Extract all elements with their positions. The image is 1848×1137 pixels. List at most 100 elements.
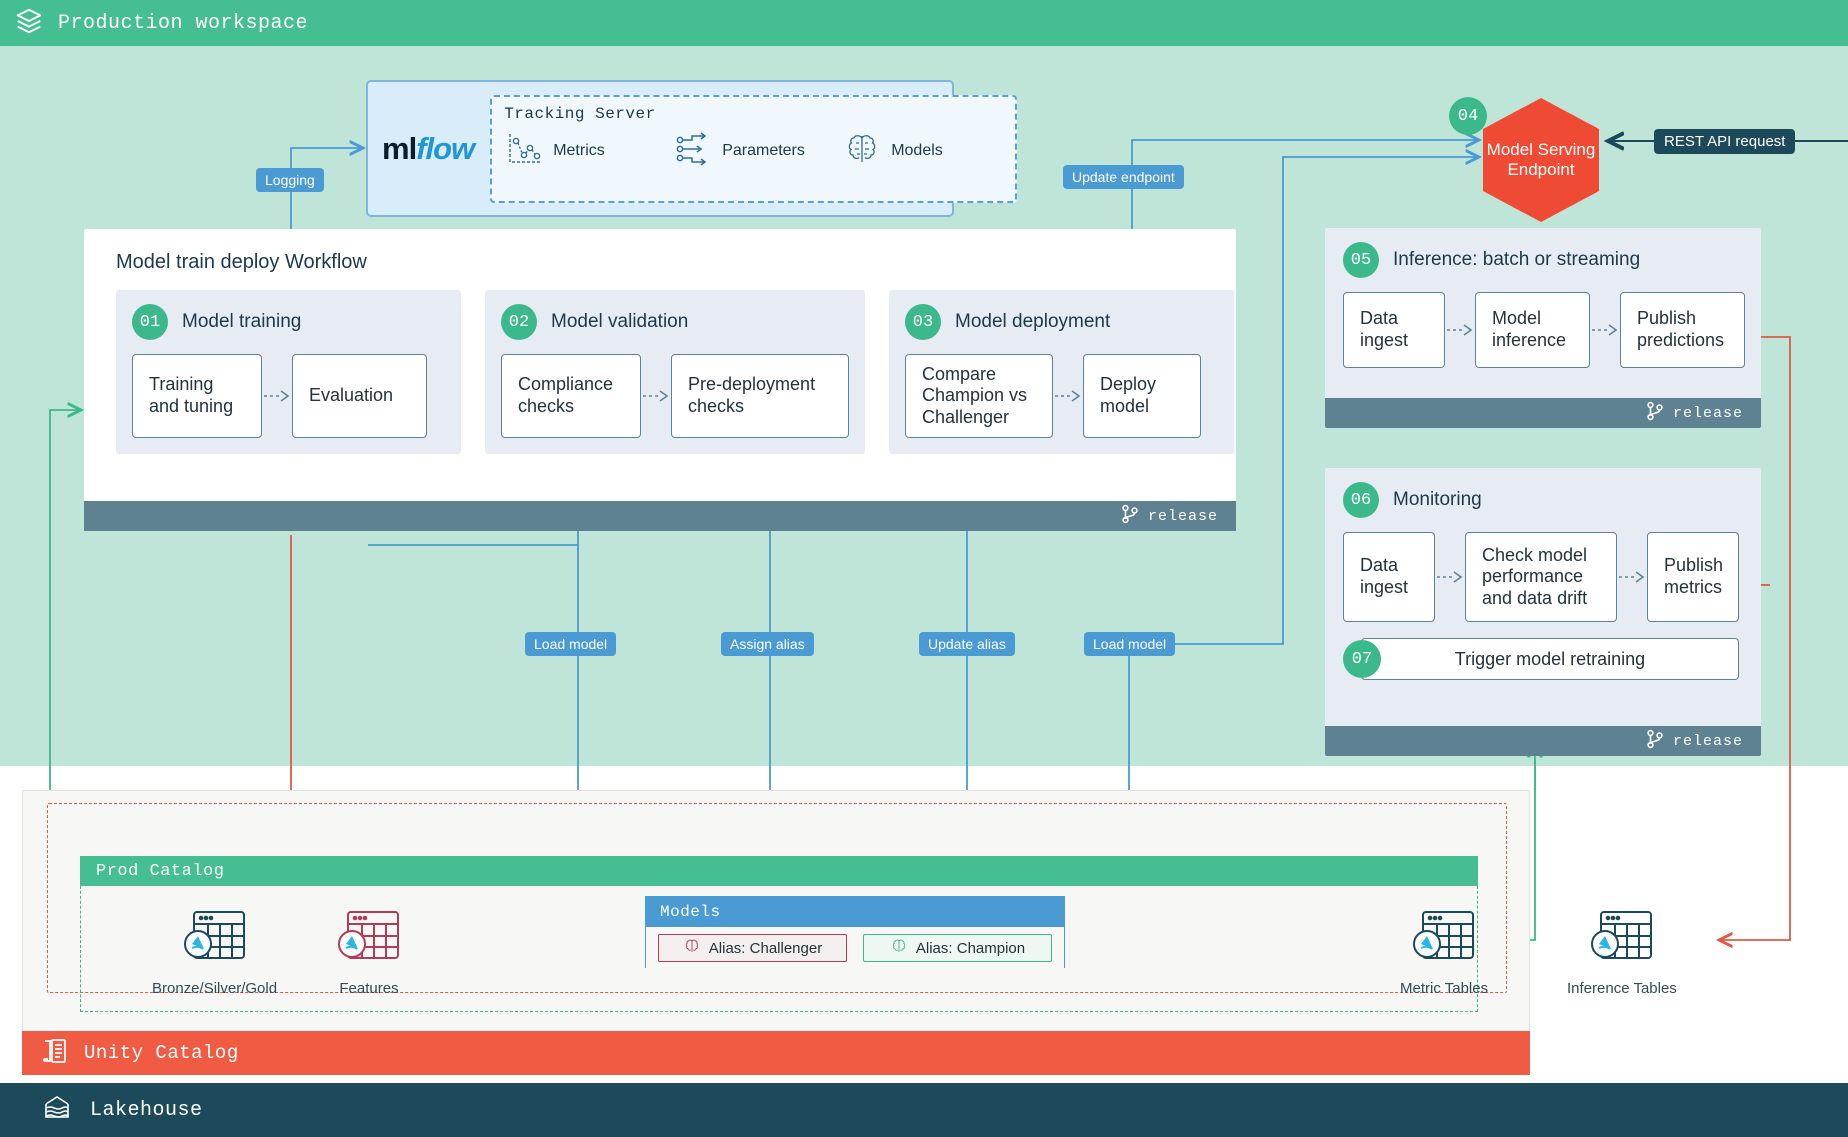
stage-number-badge: 01 xyxy=(132,304,168,340)
stage-number-badge: 03 xyxy=(905,304,941,340)
dashed-arrow-icon xyxy=(262,354,292,438)
dashed-arrow-icon xyxy=(1435,532,1465,622)
top-bar: Production workspace xyxy=(0,0,1848,46)
stage-model-deployment[interactable]: 03 Model deployment Compare Champion vs … xyxy=(889,290,1234,454)
task-box[interactable]: Check model performance and data drift xyxy=(1465,532,1617,622)
prod-catalog-header: Prod Catalog xyxy=(80,856,1478,886)
release-label: release xyxy=(1673,733,1743,750)
dashed-arrow-icon xyxy=(1445,292,1475,368)
git-branch-icon xyxy=(1646,729,1664,754)
brain-icon xyxy=(683,937,701,959)
connector-label-logging: Logging xyxy=(256,168,324,192)
alias-chip-challenger[interactable]: Alias: Challenger xyxy=(658,934,847,962)
brain-icon xyxy=(842,129,882,174)
task-box[interactable]: Evaluation xyxy=(292,354,427,438)
task-box[interactable]: Data ingest xyxy=(1343,532,1435,622)
catalog-item-inference-tables[interactable]: Inference Tables xyxy=(1567,908,1677,997)
dashed-arrow-icon xyxy=(641,354,671,438)
stage-label: Model deployment xyxy=(955,311,1110,333)
tracking-server-box: Tracking Server Metrics xyxy=(490,95,1017,203)
layers-icon xyxy=(14,6,44,41)
trigger-retraining-box[interactable]: Trigger model retraining xyxy=(1361,638,1739,680)
stage-label: Model training xyxy=(182,311,301,333)
connector-label-load-model: Load model xyxy=(525,632,616,656)
panel-number-badge: 06 xyxy=(1343,482,1379,518)
tracking-item-models: Models xyxy=(842,129,1005,174)
task-box[interactable]: Training and tuning xyxy=(132,354,262,438)
panel-number-badge: 05 xyxy=(1343,242,1379,278)
task-box[interactable]: Pre-deployment checks xyxy=(671,354,849,438)
task-box[interactable]: Publish predictions xyxy=(1620,292,1745,368)
lakehouse-icon xyxy=(42,1093,72,1128)
mlflow-tracking-panel: mlflow Tracking Server Metric xyxy=(366,80,954,217)
lakehouse-bar: Lakehouse xyxy=(0,1083,1848,1137)
connector-label-update-endpoint: Update endpoint xyxy=(1063,165,1184,189)
trigger-number-badge: 07 xyxy=(1343,640,1381,678)
task-box[interactable]: Deploy model xyxy=(1083,354,1201,438)
serving-number-badge: 04 xyxy=(1449,97,1487,135)
unity-catalog-label: Unity Catalog xyxy=(84,1042,239,1064)
parameters-flow-icon xyxy=(673,129,713,174)
trigger-retraining-row[interactable]: Trigger model retraining 07 xyxy=(1343,638,1739,680)
task-box[interactable]: Data ingest xyxy=(1343,292,1445,368)
panel-title: Monitoring xyxy=(1393,489,1482,511)
unity-catalog-bar: Unity Catalog xyxy=(22,1031,1530,1075)
catalog-item-metric-tables[interactable]: Metric Tables xyxy=(1400,908,1488,997)
dashed-arrow-icon xyxy=(1590,292,1620,368)
connector-label-load-model-2: Load model xyxy=(1084,632,1175,656)
workflow-release-bar: release xyxy=(84,501,1236,531)
panel-title: Inference: batch or streaming xyxy=(1393,249,1640,271)
git-branch-icon xyxy=(1646,401,1664,426)
rest-api-request-label: REST API request xyxy=(1654,129,1795,154)
table-icon xyxy=(1587,908,1657,973)
workspace-title: Production workspace xyxy=(58,12,308,35)
stage-model-training[interactable]: 01 Model training Training and tuning Ev… xyxy=(116,290,461,454)
dashed-arrow-icon xyxy=(1053,354,1083,438)
tracking-item-label: Models xyxy=(891,142,943,160)
stage-number-badge: 02 xyxy=(501,304,537,340)
lakehouse-label: Lakehouse xyxy=(90,1099,203,1122)
tracking-item-label: Parameters xyxy=(722,142,805,160)
workflow-title: Model train deploy Workflow xyxy=(84,229,1236,274)
inference-release-bar: release xyxy=(1325,398,1761,428)
tracking-item-label: Metrics xyxy=(553,142,605,160)
catalog-book-icon xyxy=(42,1037,68,1070)
models-header: Models xyxy=(646,897,1064,927)
git-branch-icon xyxy=(1121,504,1139,529)
catalog-item-features[interactable]: Features xyxy=(334,908,404,997)
mlflow-logo: mlflow xyxy=(382,131,474,167)
workflow-card: Model train deploy Workflow 01 Model tra… xyxy=(84,229,1236,531)
model-serving-endpoint[interactable]: Model Serving Endpoint xyxy=(1483,98,1599,222)
table-icon xyxy=(1409,908,1479,973)
catalog-item-caption: Features xyxy=(339,980,398,997)
tracking-server-title: Tracking Server xyxy=(504,105,1005,123)
dashed-arrow-icon xyxy=(1617,532,1647,622)
monitoring-panel: 06 Monitoring Data ingest Check model pe… xyxy=(1325,468,1761,756)
release-label: release xyxy=(1673,405,1743,422)
task-box[interactable]: Publish metrics xyxy=(1647,532,1739,622)
connector-label-assign-alias: Assign alias xyxy=(721,632,814,656)
alias-chip-champion[interactable]: Alias: Champion xyxy=(863,934,1052,962)
catalog-item-caption: Inference Tables xyxy=(1567,980,1677,997)
table-icon xyxy=(334,908,404,973)
workflow-stages: 01 Model training Training and tuning Ev… xyxy=(84,274,1236,454)
tracking-item-metrics: Metrics xyxy=(504,129,667,174)
models-box: Models Alias: Challenger Alias: Champion xyxy=(645,896,1065,968)
stage-model-validation[interactable]: 02 Model validation Compliance checks Pr… xyxy=(485,290,865,454)
stage-label: Model validation xyxy=(551,311,688,333)
task-box[interactable]: Model inference xyxy=(1475,292,1590,368)
serving-hexagon: Model Serving Endpoint xyxy=(1483,98,1599,222)
table-icon xyxy=(180,908,250,973)
monitoring-release-bar: release xyxy=(1325,726,1761,756)
inference-panel: 05 Inference: batch or streaming Data in… xyxy=(1325,228,1761,428)
catalog-item-bronze-silver-gold[interactable]: Bronze/Silver/Gold xyxy=(152,908,277,997)
task-box[interactable]: Compliance checks xyxy=(501,354,641,438)
task-box[interactable]: Compare Champion vs Challenger xyxy=(905,354,1053,438)
brain-icon xyxy=(890,937,908,959)
line-chart-icon xyxy=(504,129,544,174)
release-label: release xyxy=(1148,508,1218,525)
alias-label: Alias: Challenger xyxy=(709,940,822,957)
catalog-item-caption: Metric Tables xyxy=(1400,980,1488,997)
tracking-item-parameters: Parameters xyxy=(673,129,836,174)
connector-label-update-alias: Update alias xyxy=(919,632,1015,656)
